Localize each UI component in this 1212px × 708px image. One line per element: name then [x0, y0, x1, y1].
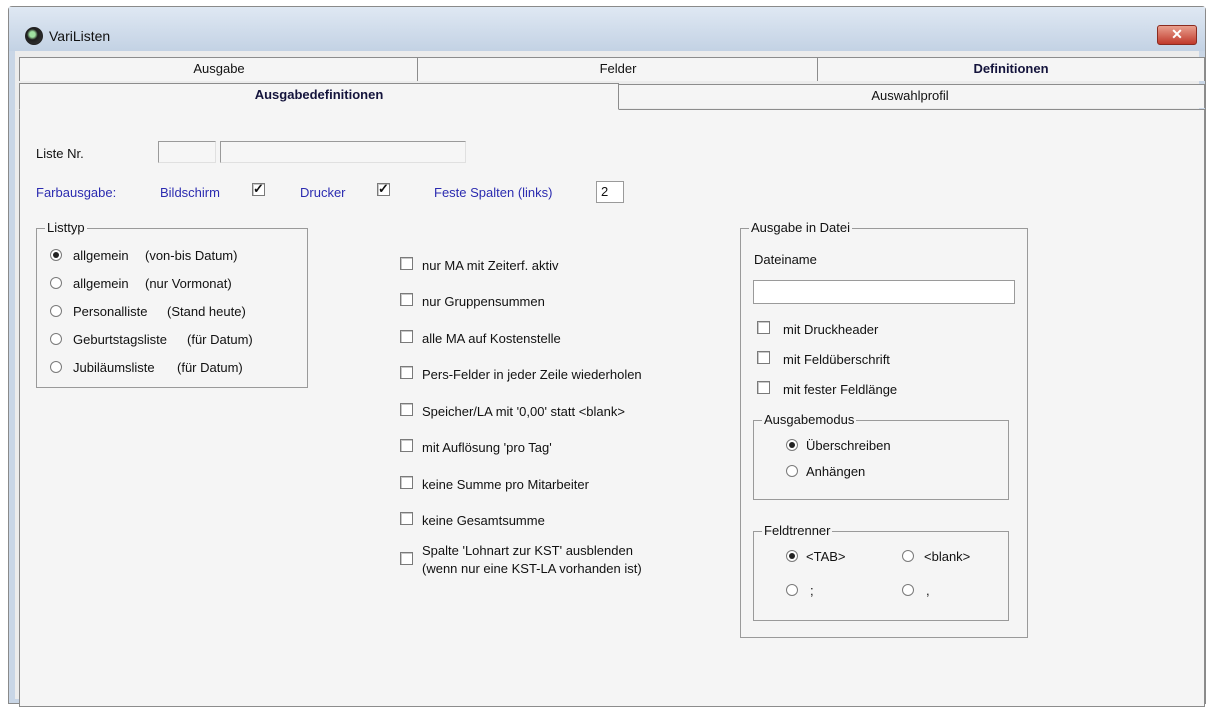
dateiname-input[interactable]	[753, 280, 1015, 304]
listtyp-radio-geburtstagsliste[interactable]	[50, 333, 62, 345]
feldueberschrift-checkbox[interactable]	[757, 351, 770, 364]
app-window: VariListen ✕ Ausgabe Felder Definitionen…	[8, 6, 1206, 707]
option-label-line2: (wenn nur eine KST-LA vorhanden ist)	[422, 561, 642, 576]
feste-spalten-label: Feste Spalten (links)	[434, 185, 553, 200]
ueberschreiben-label: Überschreiben	[806, 438, 891, 453]
close-button[interactable]: ✕	[1157, 25, 1197, 45]
druckheader-checkbox[interactable]	[757, 321, 770, 334]
option-label: keine Summe pro Mitarbeiter	[422, 477, 589, 492]
option-label: keine Gesamtsumme	[422, 513, 545, 528]
feldtrenner-semicolon-label: ;	[810, 583, 814, 598]
option-checkbox-zeiterf[interactable]	[400, 257, 413, 270]
feldtrenner-semicolon-radio[interactable]	[786, 584, 798, 596]
ausgabedefinitionen-panel: Liste Nr. Farbausgabe: Bildschirm ✓ Druc…	[19, 109, 1205, 707]
listtyp-option-suffix: (nur Vormonat)	[145, 276, 232, 291]
drucker-label: Drucker	[300, 185, 346, 200]
farbausgabe-label: Farbausgabe:	[36, 185, 117, 200]
listtyp-option-suffix: (Stand heute)	[167, 304, 246, 319]
option-checkbox-speicher-la[interactable]	[400, 403, 413, 416]
listtyp-radio-personalliste[interactable]	[50, 305, 62, 317]
listtyp-option-label: allgemein	[73, 276, 129, 291]
feste-feldlaenge-label: mit fester Feldlänge	[783, 382, 898, 397]
option-label: nur Gruppensummen	[422, 294, 545, 309]
bildschirm-label: Bildschirm	[160, 185, 220, 200]
drucker-checkbox[interactable]: ✓	[377, 182, 390, 196]
feste-feldlaenge-checkbox[interactable]	[757, 381, 770, 394]
listtyp-option-suffix: (für Datum)	[187, 332, 253, 347]
option-label: alle MA auf Kostenstelle	[422, 331, 561, 346]
listtyp-radio-allgemein-vormonat[interactable]	[50, 277, 62, 289]
option-checkbox-pers-felder[interactable]	[400, 366, 413, 379]
ausgabemodus-legend: Ausgabemodus	[762, 412, 857, 428]
feldtrenner-tab-label: <TAB>	[806, 549, 846, 564]
listtyp-option-label: allgemein	[73, 248, 129, 263]
tab-felder[interactable]: Felder	[417, 57, 819, 81]
ausgabemodus-group: Ausgabemodus Überschreiben Anhängen	[753, 412, 1009, 500]
liste-nr-label: Liste Nr.	[36, 146, 84, 161]
feldtrenner-blank-label: <blank>	[924, 549, 971, 564]
option-label: mit Auflösung 'pro Tag'	[422, 440, 552, 455]
feste-spalten-input[interactable]: 2	[596, 181, 624, 203]
ueberschreiben-radio[interactable]	[786, 439, 798, 451]
option-checkbox-kostenstelle[interactable]	[400, 330, 413, 343]
option-checkbox-pro-tag[interactable]	[400, 439, 413, 452]
tab-ausgabedefinitionen[interactable]: Ausgabedefinitionen	[19, 83, 619, 110]
liste-name-input[interactable]	[220, 141, 466, 163]
tab-auswahlprofil[interactable]: Auswahlprofil	[615, 84, 1205, 108]
tab-definitionen[interactable]: Definitionen	[817, 57, 1205, 81]
listtyp-option-suffix: (von-bis Datum)	[145, 248, 238, 263]
listtyp-radio-jubilaeumsliste[interactable]	[50, 361, 62, 373]
feldtrenner-tab-radio[interactable]	[786, 550, 798, 562]
ausgabe-in-datei-legend: Ausgabe in Datei	[749, 220, 853, 236]
listtyp-option-label: Geburtstagsliste	[73, 332, 167, 347]
tab-ausgabe[interactable]: Ausgabe	[19, 57, 419, 81]
app-logo-icon	[25, 27, 43, 45]
listtyp-legend: Listtyp	[45, 220, 87, 236]
dateiname-label: Dateiname	[754, 252, 817, 267]
option-label: Pers-Felder in jeder Zeile wiederholen	[422, 367, 642, 382]
listtyp-option-label: Personalliste	[73, 304, 148, 319]
feldtrenner-comma-label: ,	[926, 583, 930, 598]
option-checkbox-gruppensummen[interactable]	[400, 293, 413, 306]
listtyp-option-label: Jubiläumsliste	[73, 360, 155, 375]
option-checkbox-summe-mitarbeiter[interactable]	[400, 476, 413, 489]
feldtrenner-group: Feldtrenner <TAB> <blank> ; ,	[753, 523, 1009, 621]
feldueberschrift-label: mit Feldüberschrift	[783, 352, 890, 367]
option-checkbox-gesamtsumme[interactable]	[400, 512, 413, 525]
title-bar: VariListen ✕	[9, 7, 1205, 51]
listtyp-radio-allgemein-von-bis[interactable]	[50, 249, 62, 261]
bildschirm-checkbox[interactable]: ✓	[252, 182, 265, 196]
feldtrenner-comma-radio[interactable]	[902, 584, 914, 596]
feldtrenner-blank-radio[interactable]	[902, 550, 914, 562]
anhaengen-radio[interactable]	[786, 465, 798, 477]
option-label: nur MA mit Zeiterf. aktiv	[422, 258, 559, 273]
feldtrenner-legend: Feldtrenner	[762, 523, 833, 539]
option-checkbox-lohnart-kst[interactable]	[400, 552, 413, 565]
druckheader-label: mit Druckheader	[783, 322, 879, 337]
liste-nr-input[interactable]	[158, 141, 216, 163]
window-title: VariListen	[49, 28, 111, 44]
option-label: Speicher/LA mit '0,00' statt <blank>	[422, 404, 625, 419]
anhaengen-label: Anhängen	[806, 464, 866, 479]
listtyp-group: Listtyp allgemein (von-bis Datum) allgem…	[36, 220, 308, 388]
listtyp-option-suffix: (für Datum)	[177, 360, 243, 375]
option-label: Spalte 'Lohnart zur KST' ausblenden	[422, 543, 633, 558]
ausgabe-in-datei-group: Ausgabe in Datei Dateiname mit Druckhead…	[740, 220, 1028, 638]
